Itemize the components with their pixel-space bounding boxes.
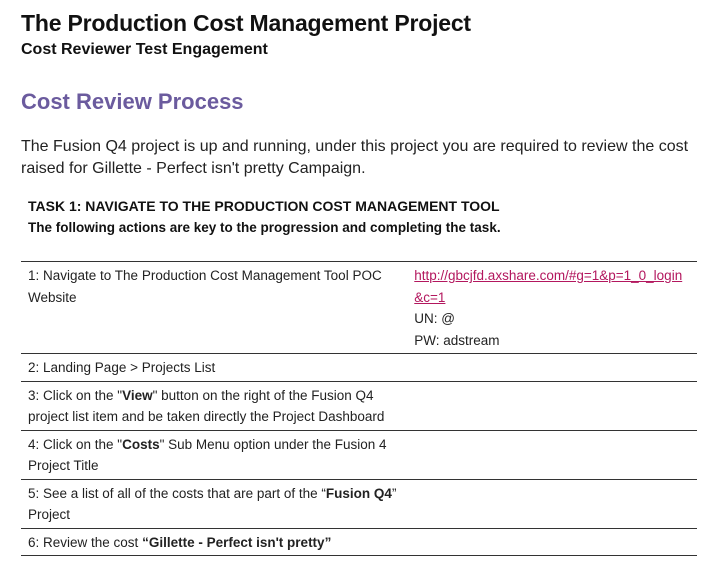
step-description: 5: See a list of all of the costs that a… <box>21 479 407 528</box>
step-description: 4: Click on the "Costs" Sub Menu option … <box>21 430 407 479</box>
step-text: 5: See a list of all of the costs that a… <box>28 485 326 501</box>
step-description: 1: Navigate to The Production Cost Manag… <box>28 268 382 305</box>
step-text: 4: Click on the " <box>28 436 123 452</box>
task-subtitle: The following actions are key to the pro… <box>28 220 501 235</box>
step-description: 2: Landing Page > Projects List <box>28 360 216 375</box>
step-text: 6: Review the cost <box>28 534 143 550</box>
step-bold-text: Fusion Q4 <box>325 485 392 501</box>
step-bold-text: View <box>122 387 153 403</box>
step-bold-text: Costs <box>122 436 160 452</box>
table-row: 3: Click on the "View" button on the rig… <box>21 381 697 430</box>
table-row: 6: Review the cost “Gillette - Perfect i… <box>21 528 697 556</box>
step-description: 6: Review the cost “Gillette - Perfect i… <box>21 528 407 556</box>
step-text: 3: Click on the " <box>28 387 123 403</box>
password-text: PW: adstream <box>414 332 500 348</box>
step-details: http://gbcjfd.axshare.com/#g=1&p=1_0_log… <box>407 262 697 354</box>
document-page: The Production Cost Management Project C… <box>0 0 719 580</box>
step-details <box>407 381 697 430</box>
step-details <box>407 430 697 479</box>
step-bold-text: “Gillette - Perfect isn't pretty” <box>142 534 332 550</box>
steps-table: 1: Navigate to The Production Cost Manag… <box>21 261 697 556</box>
step-details <box>407 354 697 382</box>
step-details <box>407 479 697 528</box>
intro-paragraph: The Fusion Q4 project is up and running,… <box>21 138 689 177</box>
document-subtitle: Cost Reviewer Test Engagement <box>21 41 268 58</box>
table-row: 2: Landing Page > Projects List <box>21 353 697 382</box>
table-row: 1: Navigate to The Production Cost Manag… <box>21 261 697 354</box>
table-row: 4: Click on the "Costs" Sub Menu option … <box>21 430 697 479</box>
step-details <box>407 528 697 556</box>
table-row: 5: See a list of all of the costs that a… <box>21 479 697 528</box>
document-title: The Production Cost Management Project <box>21 10 471 36</box>
website-link[interactable]: http://gbcjfd.axshare.com/#g=1&p=1_0_log… <box>414 268 682 305</box>
username-text: UN: @ <box>414 311 455 326</box>
section-heading: Cost Review Process <box>21 89 244 114</box>
step-description: 3: Click on the "View" button on the rig… <box>21 381 407 430</box>
task-title: TASK 1: NAVIGATE TO THE PRODUCTION COST … <box>28 198 500 214</box>
